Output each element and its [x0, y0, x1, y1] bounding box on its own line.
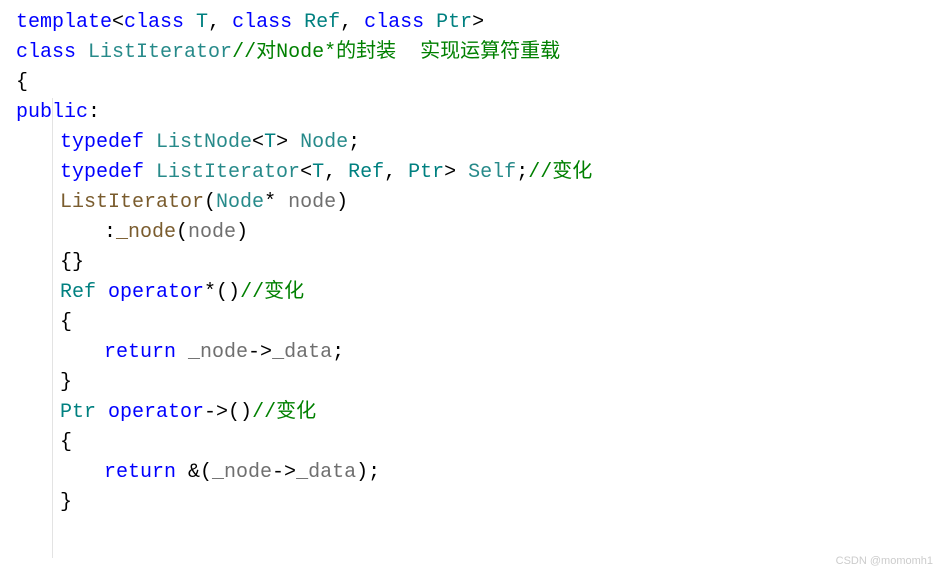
code-line-6: typedef ListIterator<T, Ref, Ptr> Self;/… — [16, 158, 929, 188]
comment: //变化 — [240, 281, 304, 304]
code-line-12: return _node->_data; — [16, 338, 929, 368]
indent-guide — [52, 98, 53, 558]
code-line-2: class ListIterator//对Node*的封装 实现运算符重载 — [16, 38, 929, 68]
keyword-template: template — [16, 11, 112, 34]
code-line-15: { — [16, 428, 929, 458]
code-line-11: { — [16, 308, 929, 338]
code-line-8: :_node(node) — [16, 218, 929, 248]
code-line-3: { — [16, 68, 929, 98]
watermark: CSDN @momomh1 — [836, 553, 933, 570]
comment: //变化 — [528, 161, 592, 184]
code-line-17: } — [16, 488, 929, 518]
code-line-14: Ptr operator->()//变化 — [16, 398, 929, 428]
comment: //对Node*的封装 实现运算符重载 — [232, 41, 560, 64]
comment: //变化 — [252, 401, 316, 424]
code-line-9: {} — [16, 248, 929, 278]
code-line-16: return &(_node->_data); — [16, 458, 929, 488]
code-line-10: Ref operator*()//变化 — [16, 278, 929, 308]
code-line-4: public: — [16, 98, 929, 128]
code-line-5: typedef ListNode<T> Node; — [16, 128, 929, 158]
code-line-13: } — [16, 368, 929, 398]
code-line-7: ListIterator(Node* node) — [16, 188, 929, 218]
code-line-1: template<class T, class Ref, class Ptr> — [16, 8, 929, 38]
